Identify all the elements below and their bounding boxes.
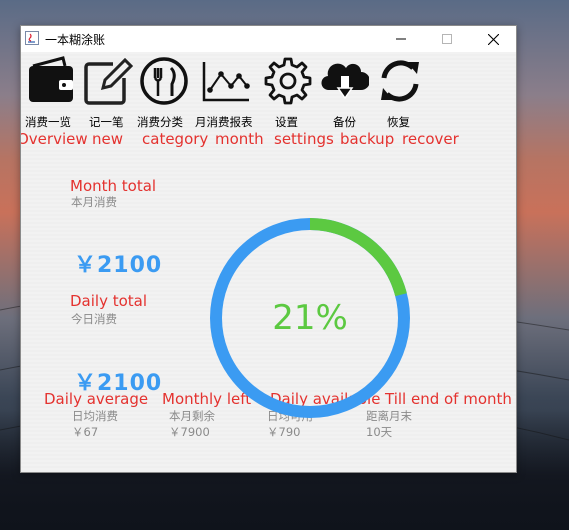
till-end-value: 10天 <box>366 425 393 439</box>
app-window: 一本糊涂账 消费一览 记一笔 消费分类 月消费报表 设置 备份 恢复 Overv… <box>20 25 517 473</box>
close-icon <box>487 33 499 45</box>
new-en-label: new <box>92 130 124 148</box>
category-en-label: category <box>142 130 209 148</box>
daily-average-value: ￥67 <box>72 425 99 439</box>
toolbar-backup-button[interactable]: 备份 <box>321 56 371 132</box>
toolbar-overview-label: 消费一览 <box>25 115 71 129</box>
close-button[interactable] <box>470 26 516 52</box>
toolbar-month-report-button[interactable]: 月消费报表 <box>195 56 253 132</box>
daily-total-zh-label: 今日消费 <box>71 312 117 326</box>
toolbar-overview-button[interactable]: 消费一览 <box>25 56 77 132</box>
minimize-icon <box>396 38 406 40</box>
toolbar-month-report-label: 月消费报表 <box>195 115 253 129</box>
maximize-icon <box>442 34 452 44</box>
toolbar-backup-label: 备份 <box>333 115 356 129</box>
main-panel: 消费一览 记一笔 消费分类 月消费报表 设置 备份 恢复 Overview ne… <box>21 52 516 472</box>
toolbar-recover-label: 恢复 <box>387 115 410 129</box>
recover-en-label: recover <box>402 130 459 148</box>
line-chart-icon <box>202 62 250 102</box>
title-bar[interactable]: 一本糊涂账 <box>21 26 516 52</box>
utensils-icon <box>140 57 188 105</box>
refresh-icon <box>381 60 419 102</box>
minimize-button[interactable] <box>378 26 424 52</box>
month-total-en-label: Month total <box>70 177 157 195</box>
daily-average-zh-label: 日均消费 <box>72 409 118 423</box>
backup-en-label: backup <box>340 130 395 148</box>
daily-total-en-label: Daily total <box>70 292 148 310</box>
daily-average-en-label: Daily average <box>44 390 149 408</box>
toolbar-category-label: 消费分类 <box>137 115 183 129</box>
month-total-zh-label: 本月消费 <box>71 195 117 209</box>
toolbar-settings-label: 设置 <box>275 115 298 129</box>
month-total-value: ￥2100 <box>74 253 163 278</box>
month-en-label: month <box>215 130 264 148</box>
toolbar-new-label: 记一笔 <box>89 115 124 129</box>
toolbar-category-button[interactable]: 消费分类 <box>137 56 189 132</box>
toolbar-new-button[interactable]: 记一笔 <box>83 56 133 132</box>
edit-icon <box>84 57 133 105</box>
toolbar-settings-button[interactable]: 设置 <box>263 56 313 132</box>
daily-available-value: ￥790 <box>267 425 301 439</box>
toolbar-recover-button[interactable]: 恢复 <box>375 56 425 132</box>
cloud-download-icon <box>321 63 369 100</box>
overview-en-label: Overview <box>20 130 88 148</box>
java-app-icon <box>25 31 39 45</box>
settings-en-label: settings <box>274 130 334 148</box>
maximize-button[interactable] <box>424 26 470 52</box>
window-title: 一本糊涂账 <box>45 33 106 47</box>
gear-icon <box>264 57 312 105</box>
monthly-left-value: ￥7900 <box>169 425 210 439</box>
progress-percent-label: 21% <box>272 298 348 338</box>
wallet-icon <box>29 56 73 102</box>
